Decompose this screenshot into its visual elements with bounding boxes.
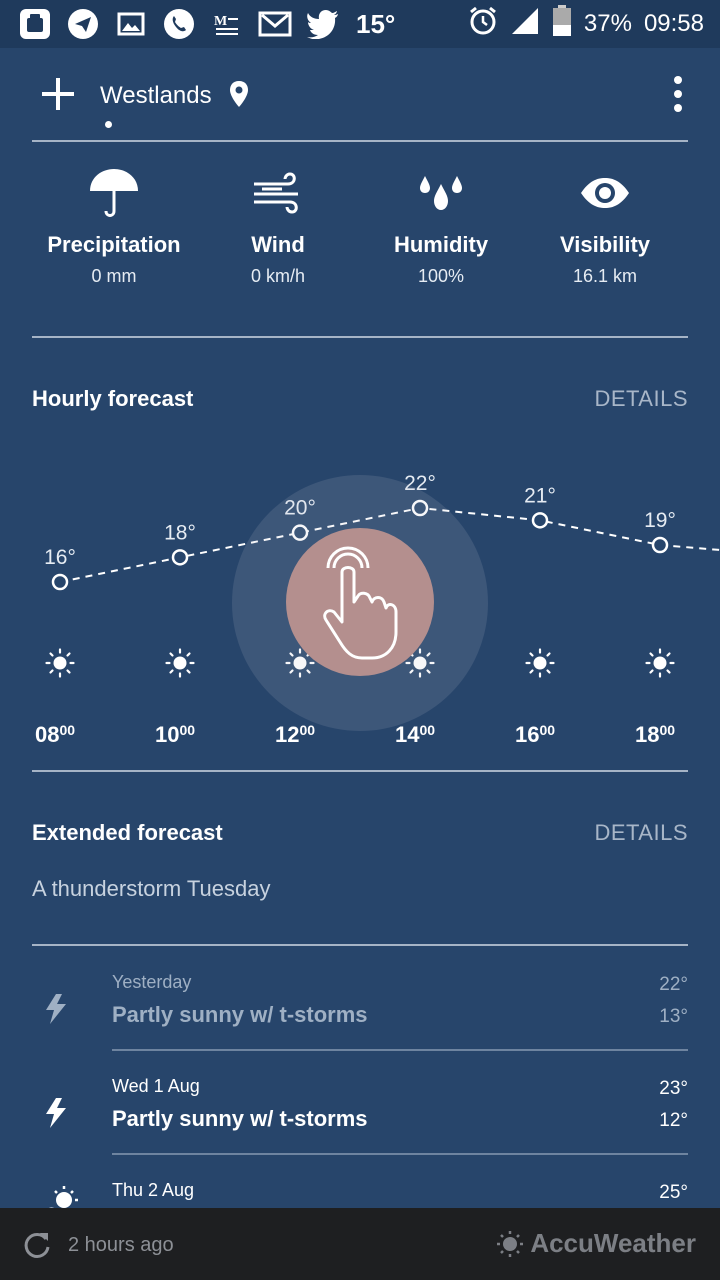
minute-value: 00	[179, 722, 196, 738]
divider	[32, 336, 688, 338]
accuweather-logo-icon	[497, 1230, 524, 1257]
condition-humidity: Humidity 100%	[356, 160, 526, 287]
minute-value: 00	[659, 722, 676, 738]
location-pin-icon	[228, 80, 250, 108]
divider	[32, 770, 688, 772]
day-label: Thu 2 Aug	[112, 1180, 195, 1200]
minute-value: 00	[299, 722, 316, 738]
minute-value: 00	[59, 722, 76, 738]
more-options-button[interactable]	[664, 72, 692, 116]
day-label: Yesterday	[112, 972, 192, 992]
sun-icon	[525, 648, 555, 678]
condition-label: Visibility	[559, 232, 651, 257]
extended-forecast-title: Extended forecast	[32, 820, 223, 845]
temperature-point	[51, 573, 69, 591]
temperature-point	[651, 536, 669, 554]
condition-precipitation: Precipitation 0 mm	[29, 160, 199, 287]
alarm-icon	[468, 6, 498, 43]
add-icon	[42, 78, 74, 110]
tap-hand-icon	[318, 546, 398, 662]
news-icon: M	[210, 7, 244, 41]
hour-value: 10	[154, 722, 180, 747]
sun-icon	[165, 648, 195, 678]
hour-value: 16	[514, 722, 540, 747]
sun-icon	[45, 648, 75, 678]
day-high-temp: 25°	[659, 1182, 688, 1203]
system-icons: 37% 09:58	[468, 4, 704, 44]
condition-visibility: Visibility 16.1 km	[520, 160, 690, 287]
day-low-temp: 12°	[659, 1110, 688, 1131]
brand-name: AccuWeather	[530, 1228, 696, 1258]
divider	[32, 944, 688, 946]
temperature-label: 21°	[524, 484, 556, 507]
divider	[32, 140, 688, 142]
hourly-details-button[interactable]: DETAILS	[594, 386, 688, 412]
condition-wind: Wind 0 km/h	[193, 160, 363, 287]
hour-value: 08	[34, 722, 60, 747]
hour-time: 1600	[490, 722, 580, 748]
battery-percent: 37%	[583, 10, 632, 37]
row-divider	[112, 1049, 688, 1051]
hour-time: 1800	[610, 722, 700, 748]
page-indicator-dot	[105, 121, 112, 128]
temperature-point	[531, 512, 549, 529]
refresh-icon[interactable]	[22, 1230, 52, 1260]
battery-icon	[552, 4, 572, 44]
lightning-icon	[40, 992, 74, 1026]
humidity-drops-icon	[356, 160, 526, 226]
phone-icon	[162, 7, 196, 41]
gmail-icon	[258, 7, 292, 41]
last-updated-text: 2 hours ago	[68, 1234, 174, 1256]
add-location-button[interactable]	[38, 74, 78, 114]
sun-icon	[645, 648, 675, 678]
condition-value: 0 mm	[91, 266, 137, 286]
day-high-temp: 23°	[659, 1078, 688, 1099]
twitter-icon	[306, 7, 340, 41]
day-description: Partly sunny w/ t-storms	[112, 1002, 368, 1027]
eye-icon	[520, 160, 690, 226]
condition-value: 100%	[417, 266, 465, 286]
row-divider	[112, 1153, 688, 1155]
hour-time: 1000	[130, 722, 220, 748]
day-high-temp: 22°	[659, 974, 688, 995]
minute-value: 00	[419, 722, 436, 738]
hour-value: 14	[394, 722, 420, 747]
wind-icon	[193, 160, 363, 226]
temperature-label: 16°	[44, 546, 76, 569]
svg-text:M: M	[214, 14, 227, 29]
gallery-icon	[114, 7, 148, 41]
status-bar: M 15° 37% 09:58	[0, 0, 720, 48]
lightning-icon	[40, 1096, 74, 1130]
temperature-label: 18°	[164, 521, 196, 544]
temperature-point	[171, 549, 189, 566]
hour-value: 12	[274, 722, 300, 747]
clock: 09:58	[643, 10, 704, 37]
hour-value: 18	[634, 722, 660, 747]
signal-icon	[510, 6, 540, 43]
condition-label: Humidity	[393, 232, 489, 257]
condition-label: Wind	[251, 232, 305, 257]
day-label: Wed 1 Aug	[112, 1076, 200, 1096]
notification-icons: M 15°	[18, 6, 395, 42]
umbrella-icon	[29, 160, 199, 226]
calendar-icon	[18, 7, 52, 41]
hour-time: 0800	[10, 722, 100, 748]
accuweather-brand[interactable]: AccuWeather	[496, 1228, 696, 1259]
more-vert-icon	[674, 76, 682, 112]
status-temperature: 15°	[356, 8, 396, 39]
extended-details-button[interactable]: DETAILS	[594, 820, 688, 846]
condition-value: 0 km/h	[250, 266, 306, 286]
hourly-forecast-title: Hourly forecast	[32, 386, 194, 411]
location-name[interactable]: Westlands	[100, 82, 212, 110]
day-low-temp: 13°	[659, 1006, 688, 1027]
temperature-label: 19°	[644, 509, 676, 532]
app-header: Westlands	[0, 48, 720, 140]
extended-summary: A thunderstorm Tuesday	[32, 876, 271, 901]
day-description: Partly sunny w/ t-storms	[112, 1106, 368, 1131]
telegram-icon	[66, 7, 100, 41]
minute-value: 00	[539, 722, 556, 738]
footer-bar: 2 hours ago AccuWeather	[0, 1208, 720, 1280]
condition-label: Precipitation	[47, 232, 181, 257]
condition-value: 16.1 km	[572, 266, 638, 286]
